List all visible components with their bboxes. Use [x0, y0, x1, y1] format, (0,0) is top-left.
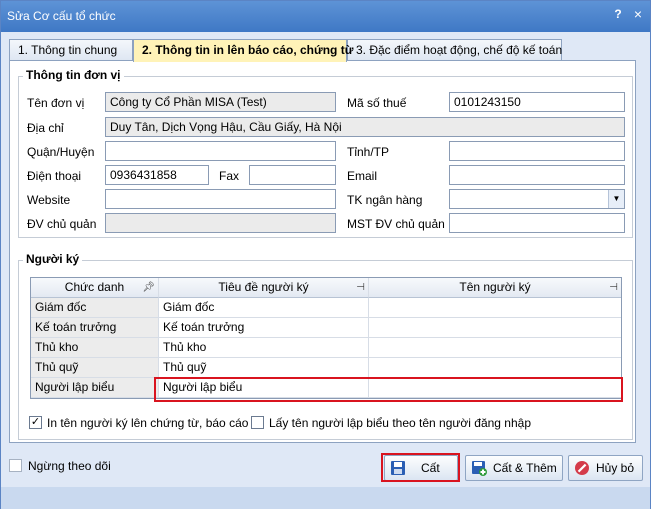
tab-general-info[interactable]: 1. Thông tin chung	[9, 39, 133, 61]
chevron-down-icon[interactable]: ▼	[608, 190, 624, 208]
save-button-highlight	[381, 453, 460, 482]
print-names-checkbox[interactable]: ✓	[29, 416, 42, 429]
cancel-button-label: Hủy bỏ	[596, 461, 635, 475]
role-cell: Người lập biểu	[31, 378, 159, 398]
unit-name-label: Tên đơn vị	[27, 96, 85, 110]
name-cell[interactable]	[369, 338, 621, 358]
login-name-label[interactable]: Lấy tên người lập biểu theo tên người đă…	[269, 416, 531, 430]
tab-print-info[interactable]: 2. Thông tin in lên báo cáo, chứng từ	[133, 39, 353, 62]
phone-label: Điện thoại	[27, 169, 82, 183]
pin-icon[interactable]: ⊣	[609, 278, 618, 297]
dialog-window: Sửa Cơ cấu tổ chức ? × 1. Thông tin chun…	[0, 0, 651, 509]
login-name-checkbox[interactable]	[251, 416, 264, 429]
table-row[interactable]: Thủ kho Thủ kho	[31, 338, 621, 358]
stop-tracking-checkbox[interactable]	[9, 459, 22, 472]
help-icon[interactable]: ?	[612, 7, 624, 21]
role-cell: Thủ kho	[31, 338, 159, 358]
column-header-title[interactable]: Tiêu đề người ký ⊣	[159, 278, 369, 298]
parent-unit-field[interactable]	[105, 213, 336, 233]
name-cell[interactable]	[369, 298, 621, 318]
website-field[interactable]	[105, 189, 336, 209]
window-title: Sửa Cơ cấu tổ chức	[7, 9, 116, 23]
save-and-add-label: Cất & Thêm	[493, 461, 557, 475]
district-label: Quận/Huyện	[27, 145, 95, 159]
tab-operations[interactable]: 3. Đặc điểm hoạt động, chế độ kế toán	[347, 39, 562, 61]
cancel-icon	[575, 461, 589, 475]
table-row[interactable]: Thủ quỹ Thủ quỹ	[31, 358, 621, 378]
tax-code-field[interactable]: 0101243150	[449, 92, 625, 112]
selected-row-highlight	[154, 377, 623, 402]
email-field[interactable]	[449, 165, 625, 185]
tax-code-label: Mã số thuế	[347, 96, 407, 110]
fax-label: Fax	[219, 169, 240, 183]
province-label: Tỉnh/TP	[347, 145, 390, 159]
district-field[interactable]	[105, 141, 336, 161]
table-row[interactable]: Giám đốc Giám đốc	[31, 298, 621, 318]
pin-icon[interactable]: 📌︎	[142, 278, 155, 297]
bank-account-label: TK ngân hàng	[347, 193, 423, 207]
unit-name-field[interactable]: Công ty Cổ Phần MISA (Test)	[105, 92, 336, 112]
parent-tax-label: MST ĐV chủ quản	[347, 217, 445, 231]
name-cell[interactable]	[369, 358, 621, 378]
title-cell[interactable]: Kế toán trưởng	[159, 318, 369, 338]
title-bar: Sửa Cơ cấu tổ chức ? ×	[1, 1, 650, 32]
save-and-add-button[interactable]: Cất & Thêm	[465, 455, 563, 481]
column-header-name-text: Tên người ký	[459, 280, 531, 294]
pin-icon[interactable]: ⊣	[356, 278, 365, 297]
address-field[interactable]: Duy Tân, Dịch Vọng Hậu, Cầu Giấy, Hà Nội	[105, 117, 625, 137]
name-cell[interactable]	[369, 318, 621, 338]
column-header-role[interactable]: Chức danh 📌︎	[31, 278, 159, 298]
title-cell[interactable]: Thủ kho	[159, 338, 369, 358]
role-cell: Giám đốc	[31, 298, 159, 318]
email-label: Email	[347, 169, 378, 183]
parent-unit-label: ĐV chủ quản	[27, 217, 97, 231]
column-header-title-text: Tiêu đề người ký	[218, 280, 309, 294]
parent-tax-field[interactable]	[449, 213, 625, 233]
unit-info-title: Thông tin đơn vị	[23, 68, 124, 82]
save-add-icon	[472, 461, 487, 476]
title-cell[interactable]: Giám đốc	[159, 298, 369, 318]
print-names-label[interactable]: In tên người ký lên chứng từ, báo cáo	[47, 416, 248, 430]
phone-field[interactable]: 0936431858	[105, 165, 209, 185]
signers-title: Người ký	[23, 252, 83, 266]
cancel-button[interactable]: Hủy bỏ	[568, 455, 643, 481]
role-cell: Kế toán trưởng	[31, 318, 159, 338]
role-cell: Thủ quỹ	[31, 358, 159, 378]
stop-tracking-label[interactable]: Ngừng theo dõi	[28, 459, 111, 473]
province-field[interactable]	[449, 141, 625, 161]
website-label: Website	[27, 193, 71, 207]
status-strip	[1, 487, 650, 509]
address-label: Địa chỉ	[27, 121, 64, 135]
bank-account-combo[interactable]: ▼	[449, 189, 625, 209]
grid-header: Chức danh 📌︎ Tiêu đề người ký ⊣ Tên ngườ…	[31, 278, 621, 298]
table-row[interactable]: Kế toán trưởng Kế toán trưởng	[31, 318, 621, 338]
fax-field[interactable]	[249, 165, 336, 185]
column-header-role-text: Chức danh	[64, 280, 125, 294]
column-header-name[interactable]: Tên người ký ⊣	[369, 278, 621, 298]
close-icon[interactable]: ×	[631, 6, 645, 22]
title-cell[interactable]: Thủ quỹ	[159, 358, 369, 378]
